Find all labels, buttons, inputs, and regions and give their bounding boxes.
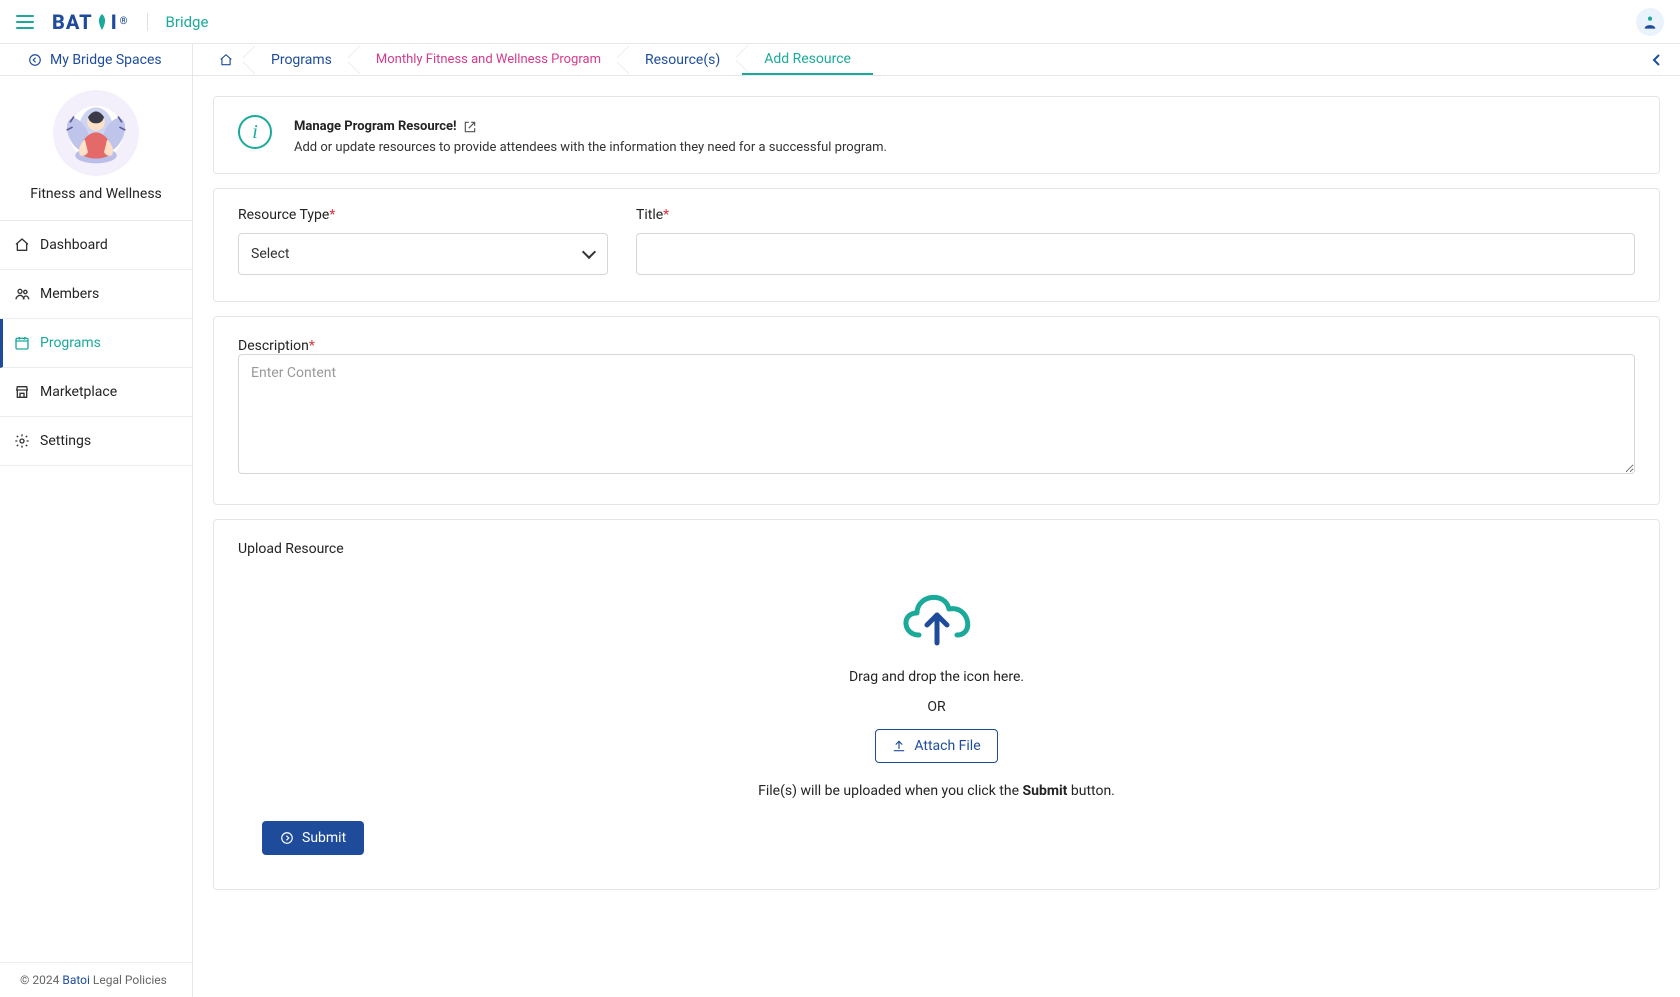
sidebar-item-label: Members: [40, 286, 99, 302]
footer: © 2024 Batoi Legal Policies: [0, 962, 192, 997]
upload-hint: File(s) will be uploaded when you click …: [758, 783, 1115, 799]
sidebar-item-programs[interactable]: Programs: [0, 319, 192, 368]
cloud-upload-icon: [895, 585, 979, 651]
user-menu[interactable]: [1636, 8, 1664, 36]
sidebar-item-label: Programs: [40, 335, 101, 351]
brand-logo[interactable]: BAT I ®: [52, 10, 129, 34]
gear-icon: [14, 433, 30, 449]
info-subtitle: Add or update resources to provide atten…: [294, 140, 887, 155]
space-header: Fitness and Wellness: [0, 76, 192, 221]
collapse-panel-icon[interactable]: [1634, 54, 1680, 66]
brand-mark: ®: [120, 16, 129, 27]
sidebar: Fitness and Wellness Dashboard Members P…: [0, 76, 193, 997]
calendar-icon: [14, 335, 30, 351]
info-title: Manage Program Resource!: [294, 119, 457, 134]
description-label: Description*: [238, 338, 315, 354]
upload-dropzone[interactable]: Drag and drop the icon here. OR Attach F…: [238, 557, 1635, 807]
members-icon: [14, 286, 30, 302]
sidebar-item-members[interactable]: Members: [0, 270, 192, 319]
sidebar-item-settings[interactable]: Settings: [0, 417, 192, 466]
secondbar: My Bridge Spaces Programs Monthly Fitnes…: [0, 44, 1680, 76]
hamburger-menu[interactable]: [16, 15, 34, 29]
leaf-icon: [94, 13, 110, 31]
breadcrumbs: Programs Monthly Fitness and Wellness Pr…: [193, 44, 1680, 75]
upload-label: Upload Resource: [238, 541, 344, 557]
upload-dnd-text: Drag and drop the icon here.: [849, 669, 1024, 685]
attach-file-button[interactable]: Attach File: [875, 729, 997, 763]
resource-type-select[interactable]: Select: [238, 233, 608, 275]
back-arrow-icon: [28, 53, 42, 67]
upload-icon: [892, 739, 906, 753]
external-link-icon[interactable]: [463, 120, 477, 134]
sidebar-item-label: Marketplace: [40, 384, 117, 400]
title-label: Title*: [636, 207, 1635, 223]
user-icon: [1642, 14, 1658, 30]
brand-text-tail: I: [111, 10, 118, 34]
home-icon: [14, 237, 30, 253]
info-panel: i Manage Program Resource! Add or update…: [213, 96, 1660, 174]
brand-text-head: BAT: [52, 10, 93, 34]
arrow-right-circle-icon: [280, 831, 294, 845]
back-to-spaces[interactable]: My Bridge Spaces: [0, 44, 193, 75]
form-description-panel: Description*: [213, 316, 1660, 505]
footer-copyright: © 2024: [20, 973, 62, 987]
sidebar-item-dashboard[interactable]: Dashboard: [0, 221, 192, 270]
description-textarea[interactable]: [238, 354, 1635, 474]
footer-legal: Legal Policies: [90, 973, 167, 987]
resource-type-label: Resource Type*: [238, 207, 608, 223]
app-name[interactable]: Bridge: [147, 13, 209, 31]
title-input[interactable]: [636, 233, 1635, 275]
breadcrumb-add-resource[interactable]: Add Resource: [742, 44, 873, 75]
upload-panel: Upload Resource Drag and drop the icon h…: [213, 519, 1660, 890]
breadcrumb-resources[interactable]: Resource(s): [623, 44, 742, 75]
space-title: Fitness and Wellness: [30, 186, 162, 202]
topbar: BAT I ® Bridge: [0, 0, 1680, 44]
back-label: My Bridge Spaces: [50, 52, 162, 68]
submit-button[interactable]: Submit: [262, 821, 364, 855]
main-content: i Manage Program Resource! Add or update…: [193, 76, 1680, 997]
sidebar-nav: Dashboard Members Programs Marketplace S…: [0, 221, 192, 466]
breadcrumb-program-name[interactable]: Monthly Fitness and Wellness Program: [354, 44, 623, 75]
meditation-icon: [56, 93, 136, 173]
sidebar-item-marketplace[interactable]: Marketplace: [0, 368, 192, 417]
form-basic-panel: Resource Type* Select Title*: [213, 188, 1660, 302]
sidebar-item-label: Settings: [40, 433, 91, 449]
breadcrumb-programs[interactable]: Programs: [249, 44, 354, 75]
home-icon: [219, 53, 233, 67]
store-icon: [14, 384, 30, 400]
footer-brand-link[interactable]: Batoi: [62, 973, 90, 987]
info-icon: i: [238, 115, 272, 149]
space-avatar: [53, 90, 139, 176]
upload-or-text: OR: [927, 699, 945, 715]
sidebar-item-label: Dashboard: [40, 237, 108, 253]
